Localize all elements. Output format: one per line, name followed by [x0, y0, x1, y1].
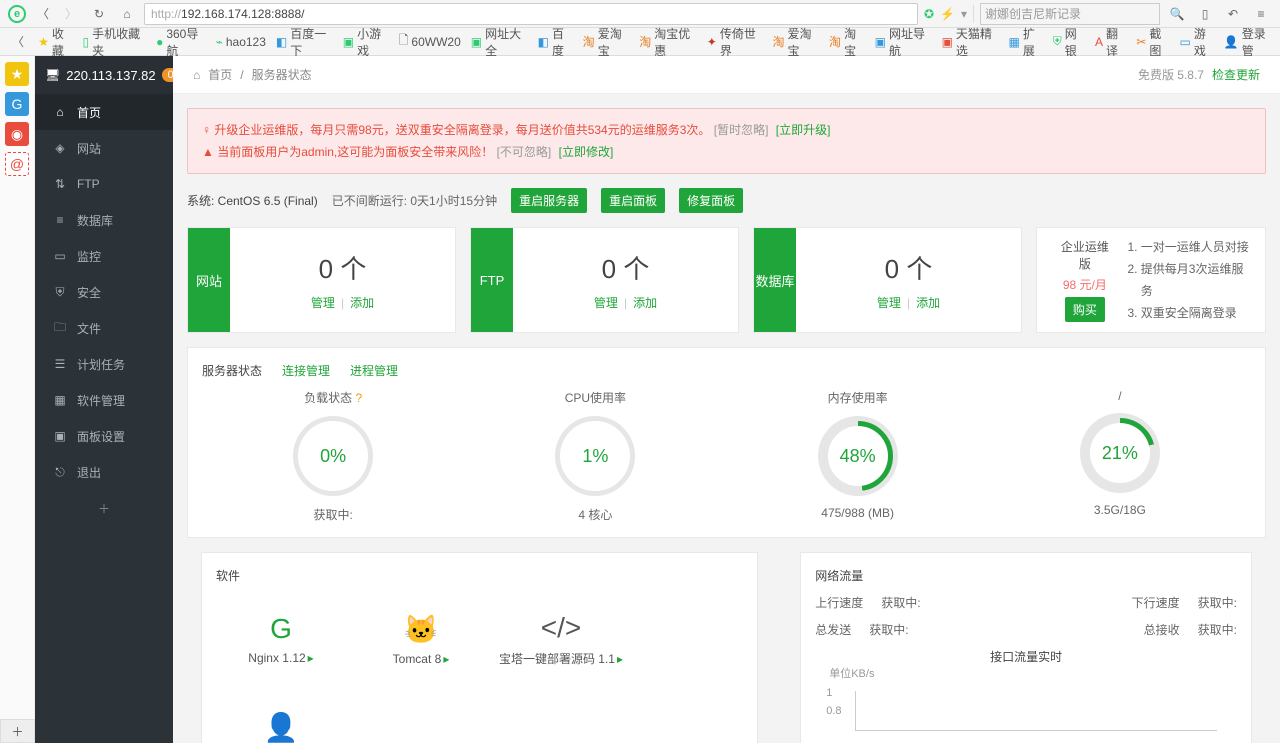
- soft-deploy[interactable]: </>宝塔一键部署源码 1.1▸: [496, 594, 626, 684]
- ftp-add[interactable]: 添加: [633, 296, 657, 310]
- dropdown-icon[interactable]: ▾: [961, 7, 967, 21]
- gutter-doc[interactable]: G: [5, 92, 29, 116]
- promo-box: 企业运维版 98 元/月 购买 一对一运维人员对接 提供每月3次运维服务 双重安…: [1036, 227, 1266, 333]
- restart-server-button[interactable]: 重启服务器: [511, 188, 587, 213]
- tomcat-icon: 🐱: [404, 613, 439, 646]
- gutter-weibo[interactable]: ◉: [5, 122, 29, 146]
- crumb-current: 服务器状态: [252, 66, 312, 83]
- undo-icon[interactable]: ↶: [1222, 3, 1244, 25]
- nav-settings[interactable]: ▣面板设置: [35, 418, 173, 454]
- soft-nginx[interactable]: GNginx 1.12▸: [216, 594, 346, 684]
- nav-home[interactable]: ⌂首页: [35, 94, 173, 130]
- conn-manage[interactable]: 连接管理: [282, 362, 330, 379]
- uptime-label: 已不间断运行: 0天1小时15分钟: [332, 192, 497, 209]
- restart-panel-button[interactable]: 重启面板: [601, 188, 665, 213]
- reload-button[interactable]: ↻: [88, 3, 110, 25]
- mobile-icon[interactable]: ▯: [1194, 3, 1216, 25]
- sidebar: 🖥 220.113.137.82 0 ⌂首页 ◈网站 ⇅FTP ≡数据库 ▭监控…: [35, 56, 173, 743]
- home-button[interactable]: ⌂: [116, 3, 138, 25]
- left-gutter: ★ G ◉ @: [0, 56, 35, 743]
- crumb-home[interactable]: 首页: [208, 66, 232, 83]
- alert-box: ♀ 升级企业运维版，每月只需98元，送双重安全隔离登录，每月送价值共534元的运…: [187, 108, 1266, 174]
- ops-icon: 👤: [264, 711, 299, 743]
- system-label: 系统: CentOS 6.5 (Final): [187, 192, 318, 209]
- traffic-chart: 1 0.8: [855, 691, 1217, 731]
- gutter-at[interactable]: @: [5, 152, 29, 176]
- nav-monitor[interactable]: ▭监控: [35, 238, 173, 274]
- buy-button[interactable]: 购买: [1065, 297, 1105, 322]
- card-db: 数据库 0 个 管理|添加: [753, 227, 1022, 333]
- bookmark-bar: 〈 ★收藏 ▯手机收藏夹 ●360导航 ⌁hao123 ◧百度一下 ▣小游戏 🗋…: [0, 28, 1280, 56]
- soft-tomcat[interactable]: 🐱Tomcat 8▸: [356, 594, 486, 684]
- network-panel: 网络流量 上行速度 获取中:下行速度 获取中: 总发送 获取中:总接收 获取中:…: [800, 552, 1252, 743]
- upgrade-link[interactable]: [立即升级]: [776, 123, 831, 137]
- version-label: 免费版 5.8.7: [1138, 66, 1204, 83]
- nav-ftp[interactable]: ⇅FTP: [35, 166, 173, 202]
- forward-button[interactable]: 〉: [60, 3, 82, 25]
- sidebar-add[interactable]: ＋: [35, 490, 173, 526]
- site-manage[interactable]: 管理: [311, 296, 335, 310]
- home-icon[interactable]: ⌂: [193, 68, 200, 82]
- card-ftp: FTP 0 个 管理|添加: [470, 227, 739, 333]
- flash-icon[interactable]: ⚡: [940, 7, 955, 21]
- shield-icon[interactable]: ✪: [924, 7, 934, 21]
- search-button[interactable]: 🔍: [1166, 3, 1188, 25]
- code-icon: </>: [541, 612, 581, 644]
- menu-icon[interactable]: ≡: [1250, 3, 1272, 25]
- software-panel: 软件 GNginx 1.12▸ 🐱Tomcat 8▸ </>宝塔一键部署源码 1…: [201, 552, 758, 743]
- nav-soft[interactable]: ▦软件管理: [35, 382, 173, 418]
- ftp-manage[interactable]: 管理: [594, 296, 618, 310]
- soft-ops[interactable]: 👤宝塔运维 1.0▸: [216, 694, 346, 743]
- fix-admin-link[interactable]: [立即修改]: [559, 145, 614, 159]
- check-update[interactable]: 检查更新: [1212, 66, 1260, 83]
- search-input[interactable]: 谢娜创吉尼斯记录: [980, 3, 1160, 25]
- server-ip: 220.113.137.82: [66, 68, 155, 83]
- gutter-star[interactable]: ★: [5, 62, 29, 86]
- url-bar[interactable]: http:// 192.168.174.128 :8888/: [144, 3, 918, 25]
- nav-db[interactable]: ≡数据库: [35, 202, 173, 238]
- nav-cron[interactable]: ☰计划任务: [35, 346, 173, 382]
- bookmark-fav: ★收藏: [38, 25, 72, 59]
- card-site: 网站 0 个 管理|添加: [187, 227, 456, 333]
- browser-logo: e: [8, 5, 26, 23]
- monitor-icon: 🖥: [45, 68, 60, 82]
- site-add[interactable]: 添加: [350, 296, 374, 310]
- nav-logout[interactable]: ⎋退出: [35, 454, 173, 490]
- nginx-icon: G: [270, 613, 292, 645]
- repair-panel-button[interactable]: 修复面板: [679, 188, 743, 213]
- nav-site[interactable]: ◈网站: [35, 130, 173, 166]
- bookmark-prev[interactable]: 〈: [8, 31, 28, 53]
- proc-manage[interactable]: 进程管理: [350, 362, 398, 379]
- new-tab[interactable]: ＋: [0, 719, 35, 743]
- db-add[interactable]: 添加: [916, 296, 940, 310]
- nav-files[interactable]: 🗀文件: [35, 310, 173, 346]
- status-panel: 服务器状态 连接管理 进程管理 负载状态 ?0%获取中: CPU使用率1%4 核…: [187, 347, 1266, 538]
- back-button[interactable]: 〈: [32, 3, 54, 25]
- db-manage[interactable]: 管理: [877, 296, 901, 310]
- main-content: ⌂ 首页 / 服务器状态 免费版 5.8.7 检查更新 ♀ 升级企业运维版，每月…: [173, 56, 1280, 743]
- nav-security[interactable]: ⛨安全: [35, 274, 173, 310]
